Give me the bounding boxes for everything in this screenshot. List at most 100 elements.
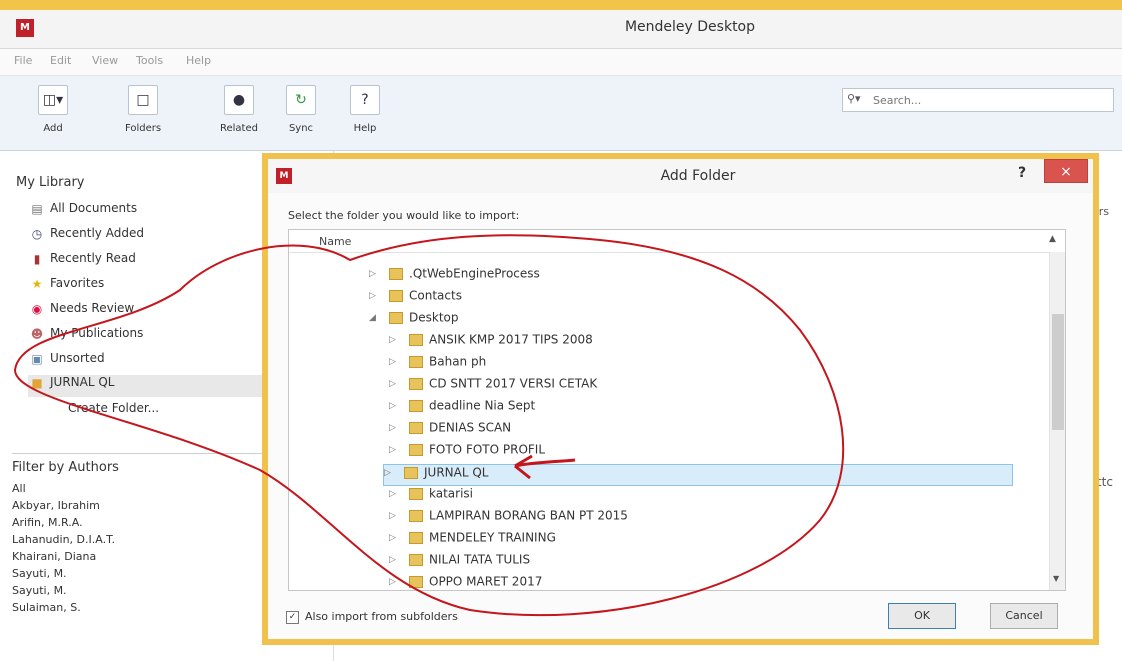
folder-icon: ■ xyxy=(31,375,43,390)
expand-arrow-icon[interactable]: ▷ xyxy=(389,423,401,433)
book-icon: ▮ xyxy=(33,251,41,266)
folder-name: Contacts xyxy=(409,288,462,303)
expand-arrow-icon[interactable]: ▷ xyxy=(389,379,401,389)
author-item[interactable]: Arifin, M.R.A. xyxy=(12,516,83,529)
menu-file[interactable]: File xyxy=(14,54,32,67)
expand-arrow-icon[interactable]: ▷ xyxy=(389,335,401,345)
folder-icon: □ xyxy=(128,85,158,115)
folder-icon xyxy=(409,531,423,544)
folder-icon xyxy=(409,377,423,390)
tree-row[interactable]: ▷ katarisi xyxy=(389,486,889,508)
expand-arrow-icon[interactable]: ▷ xyxy=(389,357,401,367)
tree-row[interactable]: ▷ LAMPIRAN BORANG BAN PT 2015 xyxy=(389,508,889,530)
expand-arrow-icon[interactable]: ▷ xyxy=(389,577,401,587)
folder-name: DENIAS SCAN xyxy=(429,420,512,435)
tree-column-header[interactable]: Name ▲ xyxy=(289,230,1065,253)
expand-arrow-icon[interactable]: ▷ xyxy=(389,511,401,521)
tree-row[interactable]: ◢ Desktop xyxy=(369,310,869,332)
author-item[interactable]: All xyxy=(12,482,26,495)
folder-icon xyxy=(409,487,423,500)
dialog-titlebar: M Add Folder ? × xyxy=(268,159,1093,193)
expand-arrow-icon[interactable]: ▷ xyxy=(384,468,396,478)
tree-row[interactable]: ▷ .QtWebEngineProcess xyxy=(369,266,869,288)
menu-bar: File Edit View Tools Help xyxy=(0,49,1122,76)
related-icon: ● xyxy=(224,85,254,115)
expand-arrow-icon[interactable]: ▷ xyxy=(389,533,401,543)
expand-arrow-icon[interactable]: ▷ xyxy=(389,445,401,455)
expand-arrow-icon[interactable]: ▷ xyxy=(389,555,401,565)
expand-arrow-icon[interactable]: ▷ xyxy=(389,401,401,411)
sort-up-icon: ▲ xyxy=(1049,234,1056,244)
author-item[interactable]: Akbyar, Ibrahim xyxy=(12,499,100,512)
scrollbar-thumb[interactable] xyxy=(1052,314,1064,430)
expand-arrow-icon[interactable]: ▷ xyxy=(369,291,381,301)
window-title: Mendeley Desktop xyxy=(624,19,756,35)
import-subfolders-checkbox[interactable]: ✓ xyxy=(286,610,299,624)
tree-row[interactable]: ▷ FOTO FOTO PROFIL xyxy=(389,442,889,464)
menu-help[interactable]: Help xyxy=(186,54,211,67)
author-item[interactable]: Sayuti, M. xyxy=(12,567,67,580)
tree-row[interactable]: ▷ MENDELEY TRAINING xyxy=(389,530,889,552)
folder-name: .QtWebEngineProcess xyxy=(409,266,540,281)
mendeley-logo-icon: M xyxy=(16,19,34,37)
tree-row-selected[interactable]: ▷ JURNAL QL xyxy=(383,464,1013,486)
folder-icon xyxy=(409,399,423,412)
menu-edit[interactable]: Edit xyxy=(50,54,71,67)
tree-row[interactable]: ▷ deadline Nia Sept xyxy=(389,398,889,420)
author-item[interactable]: Lahanudin, D.I.A.T. xyxy=(12,533,115,546)
folder-name: Bahan ph xyxy=(429,354,487,369)
folder-icon xyxy=(389,311,403,324)
folder-name: deadline Nia Sept xyxy=(429,398,536,413)
help-button[interactable]: ? Help xyxy=(334,82,396,142)
folder-tree[interactable]: Name ▲ ▷ .QtWebEngineProcess ▷ Contacts ◢ Des… xyxy=(288,229,1066,591)
tree-row[interactable]: ▷ CD SNTT 2017 VERSI CETAK xyxy=(389,376,889,398)
search-input[interactable] xyxy=(871,91,1105,109)
expand-arrow-icon[interactable]: ▷ xyxy=(369,269,381,279)
collapse-arrow-icon[interactable]: ◢ xyxy=(369,313,381,323)
folder-icon xyxy=(404,466,418,479)
tree-row[interactable]: ▷ NILAI TATA TULIS xyxy=(389,552,889,574)
scroll-down-icon[interactable]: ▼ xyxy=(1053,574,1059,583)
import-subfolders-option[interactable]: ✓ Also import from subfolders xyxy=(286,610,458,624)
tree-row[interactable]: ▷ DENIAS SCAN xyxy=(389,420,889,442)
folder-name: OPPO MARET 2017 xyxy=(429,574,543,589)
tree-row[interactable]: ▷ Bahan ph xyxy=(389,354,889,376)
column-header-name: Name xyxy=(319,235,352,248)
tree-scrollbar[interactable]: ▼ xyxy=(1049,252,1065,590)
related-button[interactable]: ● Related xyxy=(208,82,270,142)
tree-row[interactable]: ▷ ANSIK KMP 2017 TIPS 2008 xyxy=(389,332,889,354)
folder-icon xyxy=(409,575,423,588)
sync-button[interactable]: ↻ Sync xyxy=(270,82,332,142)
person-icon: ☻ xyxy=(30,326,44,341)
folder-name: CD SNTT 2017 VERSI CETAK xyxy=(429,376,598,391)
folders-button[interactable]: □ Folders xyxy=(112,82,174,142)
author-item[interactable]: Sayuti, M. xyxy=(12,584,67,597)
tree-row[interactable]: ▷ Contacts xyxy=(369,288,869,310)
close-button[interactable]: × xyxy=(1044,159,1088,183)
app-titlebar: M Mendeley Desktop xyxy=(0,10,1122,49)
add-button[interactable]: ◫▾ Add xyxy=(22,82,84,142)
folder-name: Desktop xyxy=(409,310,459,325)
dialog-instruction: Select the folder you would like to impo… xyxy=(288,209,520,222)
author-item[interactable]: Khairani, Diana xyxy=(12,550,96,563)
unsorted-icon: ▣ xyxy=(31,351,43,366)
menu-view[interactable]: View xyxy=(92,54,118,67)
folder-icon xyxy=(409,553,423,566)
cancel-button[interactable]: Cancel xyxy=(990,603,1058,629)
folder-icon xyxy=(409,443,423,456)
star-icon: ★ xyxy=(31,276,43,291)
toolbar: ◫▾ Add □ Folders ● Related ↻ Sync ? Help… xyxy=(0,76,1122,151)
folder-name: ANSIK KMP 2017 TIPS 2008 xyxy=(429,332,593,347)
tree-row[interactable]: ▷ OPPO MARET 2017 xyxy=(389,574,889,590)
ok-button[interactable]: OK xyxy=(888,603,956,629)
mendeley-logo-icon: M xyxy=(276,168,292,184)
menu-tools[interactable]: Tools xyxy=(136,54,163,67)
expand-arrow-icon[interactable]: ▷ xyxy=(389,489,401,499)
author-item[interactable]: Sulaiman, S. xyxy=(12,601,81,614)
library-title: My Library xyxy=(16,175,85,190)
folder-icon xyxy=(409,509,423,522)
review-icon: ◉ xyxy=(31,301,43,316)
search-box[interactable]: ⚲▾ xyxy=(842,88,1114,112)
help-icon[interactable]: ? xyxy=(1018,165,1032,181)
add-document-icon: ◫▾ xyxy=(38,85,68,115)
